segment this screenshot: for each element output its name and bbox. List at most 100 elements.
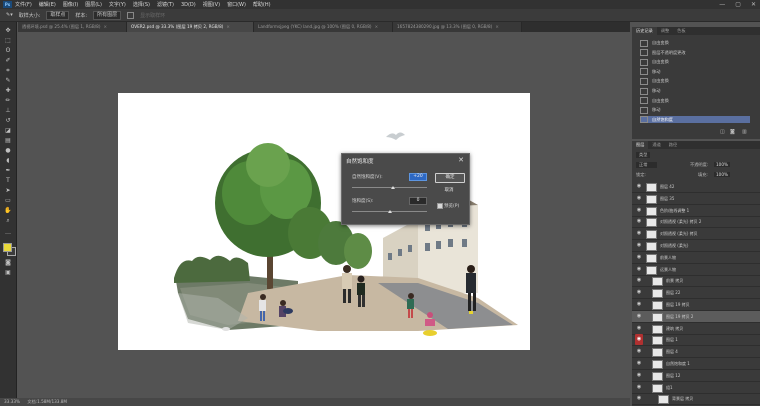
screen-mode-icon[interactable]: ▣ (3, 268, 13, 277)
preview-checkbox[interactable] (437, 203, 443, 209)
crop-tool-icon[interactable]: ⌗ (3, 66, 13, 75)
visibility-eye-icon[interactable]: ◉ (635, 346, 643, 357)
new-snapshot-icon[interactable]: ◫ (720, 129, 725, 135)
close-tab-icon[interactable]: × (495, 24, 499, 29)
saturation-input[interactable]: 0 (409, 197, 427, 205)
visibility-eye-icon[interactable]: ◉ (635, 358, 643, 369)
eyedropper-tool-icon[interactable]: ✎▾ (6, 12, 13, 18)
vibrance-slider-track[interactable] (352, 187, 427, 188)
visibility-eye-icon[interactable]: ◉ (635, 216, 643, 227)
eyedropper-icon[interactable]: ✎ (3, 76, 13, 85)
layer-row[interactable]: ◉ 图层 42 (632, 181, 760, 193)
menu-file[interactable]: 文件(F) (15, 1, 32, 8)
visibility-eye-icon[interactable]: ◉ (635, 275, 643, 286)
history-item[interactable]: 移动 (640, 87, 750, 95)
menu-image[interactable]: 图像(I) (63, 1, 78, 8)
tab-adjustments[interactable]: 调整 (657, 27, 673, 35)
blend-mode-select[interactable]: 正常 (636, 162, 658, 168)
history-brush-icon[interactable]: ↺ (3, 116, 13, 125)
visibility-eye-icon[interactable]: ◉ (635, 287, 643, 298)
menu-view[interactable]: 视图(V) (203, 1, 220, 8)
visibility-eye-icon[interactable]: ◉ (635, 393, 643, 404)
layer-row[interactable]: ◉ 对照透视 (柔光) (632, 240, 760, 252)
close-window-button[interactable]: ✕ (751, 1, 756, 8)
type-tool-icon[interactable]: T (3, 176, 13, 185)
visibility-eye-icon[interactable]: ◉ (635, 181, 643, 192)
tab-channels[interactable]: 通道 (648, 141, 664, 149)
zoom-tool-icon[interactable]: ⌕ (3, 216, 13, 225)
visibility-eye-icon[interactable]: ◉ (635, 240, 643, 251)
tab-history[interactable]: 历史记录 (632, 27, 657, 35)
quick-select-tool-icon[interactable]: ✐ (3, 56, 13, 65)
layer-row[interactable]: ◉ 远景人物 (632, 264, 760, 276)
quick-mask-icon[interactable]: ◙ (3, 258, 13, 267)
layer-row[interactable]: ◉ 前景 拷贝 (632, 275, 760, 288)
tab-layers[interactable]: 图层 (632, 141, 649, 149)
visibility-eye-icon[interactable]: ◉ (635, 370, 643, 381)
layer-row[interactable]: ◉ 前景人物 (632, 252, 760, 264)
layer-row[interactable]: ◉ 图层 12 (632, 370, 760, 382)
show-ring-checkbox[interactable] (127, 11, 135, 19)
visibility-eye-icon[interactable]: ◉ (635, 252, 643, 263)
layer-row[interactable]: ◉ 图层 19 拷贝 (632, 299, 760, 311)
brush-tool-icon[interactable]: ✏ (3, 96, 13, 105)
menu-layer[interactable]: 图层(L) (85, 1, 102, 8)
layer-row[interactable]: ◉ 对照透视 (柔光) 拷贝 2 (632, 216, 760, 229)
layer-row[interactable]: ◉ 组1 (632, 382, 760, 394)
tab-swatches[interactable]: 色板 (673, 27, 689, 35)
history-item[interactable]: 移动 (640, 68, 750, 76)
eraser-tool-icon[interactable]: ◪ (3, 126, 13, 135)
visibility-eye-icon[interactable]: ◉ (635, 264, 643, 275)
gradient-tool-icon[interactable]: ▤ (3, 136, 13, 145)
path-select-icon[interactable]: ➤ (3, 186, 13, 195)
close-tab-icon[interactable]: × (375, 24, 379, 29)
visibility-eye-icon[interactable]: ◉ (635, 193, 643, 204)
history-item[interactable]: 自由变换 (640, 77, 750, 85)
visibility-eye-icon[interactable]: ◉ (635, 299, 643, 310)
ok-button[interactable]: 确定 (435, 173, 465, 183)
tab-document-4[interactable]: 1657824380290.jpg @ 13.3% (图层 0, RGB/8) × (393, 22, 522, 32)
history-item[interactable]: 图层不透明度更改 (640, 49, 750, 57)
clone-stamp-icon[interactable]: ⊥ (3, 106, 13, 115)
rectangle-tool-icon[interactable]: ▭ (3, 196, 13, 205)
move-tool-icon[interactable]: ✥ (3, 26, 13, 35)
foreground-color-swatch[interactable] (3, 243, 12, 252)
layer-row[interactable]: ◉ 自然饱和度 1 (632, 358, 760, 370)
tab-document-3[interactable]: Landformsjpeg (YKC) land.jpg @ 100% (图层 … (254, 22, 393, 32)
camera-icon[interactable]: ◙ (730, 129, 735, 135)
tab-document-2[interactable]: OVER2.psd @ 33.3% (图层 19 拷贝 2, RGB/8) × (127, 22, 254, 32)
pen-tool-icon[interactable]: ✒ (3, 166, 13, 175)
visibility-eye-icon[interactable]: ◉ (635, 228, 643, 239)
menu-edit[interactable]: 编辑(E) (39, 1, 56, 8)
history-item[interactable]: 移动 (640, 106, 750, 114)
menu-select[interactable]: 选择(S) (133, 1, 150, 8)
history-item[interactable]: 自由变换 (640, 97, 750, 105)
layer-row[interactable]: ◉ 背景层 拷贝 (632, 393, 760, 406)
history-item[interactable]: 自由变换 (640, 39, 750, 47)
close-dialog-icon[interactable]: ✕ (458, 156, 464, 164)
layer-row[interactable]: ◉ 图层 4 (632, 346, 760, 359)
close-tab-icon[interactable]: × (226, 24, 230, 29)
history-item[interactable]: 自由变换 (640, 58, 750, 66)
menu-filter[interactable]: 滤镜(T) (157, 1, 174, 8)
layer-row[interactable]: ◉ 图层 22 (632, 287, 760, 300)
lasso-tool-icon[interactable]: ʘ (3, 46, 13, 55)
sample-size-select[interactable]: 取样点 (46, 10, 70, 20)
blur-tool-icon[interactable]: ● (3, 146, 13, 155)
more-tools-icon[interactable]: … (3, 228, 13, 237)
zoom-level[interactable]: 33.33% (4, 399, 20, 404)
tab-paths[interactable]: 路径 (665, 141, 681, 149)
vibrance-input[interactable]: +20 (409, 173, 427, 181)
visibility-eye-icon[interactable]: ◉ (635, 205, 643, 216)
vibrance-slider-handle[interactable] (391, 186, 396, 189)
saturation-slider-handle[interactable] (387, 210, 392, 213)
sample-select[interactable]: 所有图层 (93, 10, 122, 20)
menu-3d[interactable]: 3D(D) (181, 2, 196, 8)
visibility-eye-icon[interactable]: ◉ (635, 382, 643, 393)
hand-tool-icon[interactable]: ✋ (3, 206, 13, 215)
cancel-button[interactable]: 取消 (435, 187, 463, 195)
trash-icon[interactable]: ▥ (742, 129, 747, 135)
layer-filter-select[interactable]: 类型 (636, 152, 651, 158)
menu-window[interactable]: 窗口(W) (227, 1, 246, 8)
layer-row[interactable]: ◉ 色阶/曲线调整 1 (632, 205, 760, 217)
